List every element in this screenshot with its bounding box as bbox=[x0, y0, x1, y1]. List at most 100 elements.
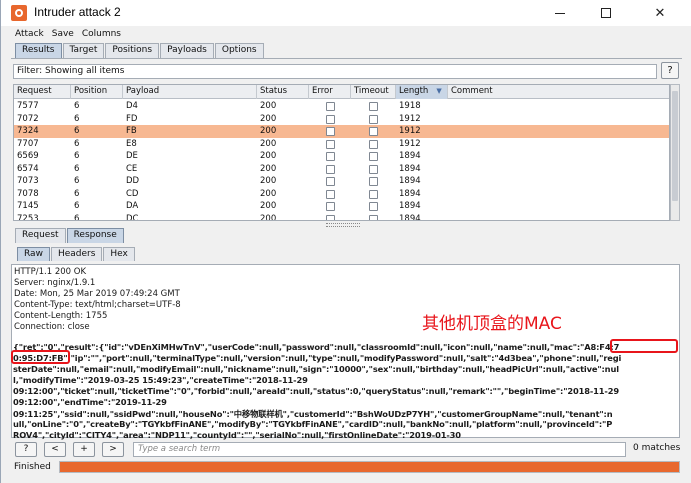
search-help-button[interactable]: ? bbox=[15, 442, 37, 457]
filter-bar[interactable]: Filter: Showing all items bbox=[13, 64, 657, 79]
tab-headers[interactable]: Headers bbox=[50, 247, 103, 261]
table-row[interactable]: 7707 6 E8 200 1912 bbox=[14, 138, 669, 151]
table-row[interactable]: 7072 6 FD 200 1912 bbox=[14, 113, 669, 126]
tab-hex[interactable]: Hex bbox=[103, 247, 135, 261]
tab-payloads[interactable]: Payloads bbox=[160, 43, 214, 58]
close-button[interactable]: ✕ bbox=[637, 0, 683, 26]
column-header-position[interactable]: Position bbox=[71, 85, 123, 99]
maximize-button[interactable] bbox=[583, 0, 629, 26]
menu-attack[interactable]: Attack bbox=[15, 29, 44, 39]
menu-columns[interactable]: Columns bbox=[82, 29, 121, 39]
cell-position: 6 bbox=[74, 201, 80, 211]
cell-request: 7324 bbox=[17, 126, 39, 136]
cell-payload: D4 bbox=[126, 101, 138, 111]
tab-target[interactable]: Target bbox=[62, 43, 105, 58]
close-icon: ✕ bbox=[654, 5, 666, 21]
timeout-checkbox bbox=[369, 127, 378, 136]
cell-status: 200 bbox=[260, 126, 277, 136]
response-header-line: Connection: close bbox=[14, 322, 90, 332]
column-header-timeout[interactable]: Timeout bbox=[351, 85, 396, 99]
status-text: Finished bbox=[14, 462, 51, 472]
menu-save[interactable]: Save bbox=[52, 29, 74, 39]
tab-request[interactable]: Request bbox=[15, 228, 66, 243]
response-body-line: sterDate":null,"email":null,"modifyEmail… bbox=[13, 364, 619, 374]
cell-status: 200 bbox=[260, 138, 277, 149]
tab-results[interactable]: Results bbox=[15, 43, 62, 58]
response-header-line: Date: Mon, 25 Mar 2019 07:49:24 GMT bbox=[14, 289, 180, 299]
results-table: Request Position Payload Status Error Ti… bbox=[13, 84, 670, 221]
mac-highlight-box bbox=[610, 339, 678, 353]
cell-status: 200 bbox=[260, 163, 277, 174]
cell-payload: DE bbox=[126, 151, 138, 161]
timeout-checkbox bbox=[369, 214, 378, 220]
cell-length: 1894 bbox=[399, 151, 421, 161]
tab-positions[interactable]: Positions bbox=[105, 43, 160, 58]
split-pane-handle[interactable] bbox=[326, 223, 360, 227]
column-header-payload[interactable]: Payload bbox=[123, 85, 257, 99]
menu-bar: Attack Save Columns bbox=[1, 26, 691, 41]
cell-payload: CE bbox=[126, 163, 138, 174]
cell-request: 7072 bbox=[17, 113, 39, 124]
cell-request: 7078 bbox=[17, 188, 39, 199]
table-row[interactable]: 6574 6 CE 200 1894 bbox=[14, 163, 669, 176]
view-tabs: Raw Headers Hex bbox=[17, 247, 136, 261]
cell-status: 200 bbox=[260, 201, 277, 211]
column-header-length[interactable]: Length ▼ bbox=[396, 85, 448, 99]
tab-response[interactable]: Response bbox=[66, 228, 124, 243]
cell-request: 6574 bbox=[17, 163, 39, 174]
cell-payload: DA bbox=[126, 201, 139, 211]
cell-payload: DC bbox=[126, 213, 139, 221]
cell-length: 1912 bbox=[399, 126, 421, 136]
cell-length: 1894 bbox=[399, 213, 421, 221]
maximize-icon bbox=[601, 8, 611, 18]
mac-highlight-box-continued bbox=[11, 350, 70, 364]
response-body-line: ROV4","cityId":"CITY4","area":"NDP11","c… bbox=[13, 430, 461, 440]
error-checkbox bbox=[326, 127, 335, 136]
table-row[interactable]: 7145 6 DA 200 1894 bbox=[14, 200, 669, 213]
response-header-line: Content-Type: text/html;charset=UTF-8 bbox=[14, 300, 181, 310]
minimize-button[interactable] bbox=[537, 0, 583, 26]
search-previous-button[interactable]: < bbox=[44, 442, 66, 457]
tab-raw[interactable]: Raw bbox=[17, 247, 50, 261]
table-header: Request Position Payload Status Error Ti… bbox=[14, 85, 669, 99]
table-row[interactable]: 6569 6 DE 200 1894 bbox=[14, 150, 669, 163]
table-row[interactable]: 7577 6 D4 200 1918 bbox=[14, 100, 669, 113]
table-row[interactable]: 7324 6 FB 200 1912 bbox=[14, 125, 669, 138]
error-checkbox bbox=[326, 114, 335, 124]
search-next-button[interactable]: > bbox=[102, 442, 124, 457]
cell-payload: CD bbox=[126, 188, 139, 199]
error-checkbox bbox=[326, 177, 335, 186]
column-header-status[interactable]: Status bbox=[257, 85, 309, 99]
error-checkbox bbox=[326, 202, 335, 211]
intruder-window: Intruder attack 2 ✕ Attack Save Columns … bbox=[0, 0, 691, 483]
column-header-error[interactable]: Error bbox=[309, 85, 351, 99]
table-row[interactable]: 7253 6 DC 200 1894 bbox=[14, 213, 669, 221]
response-viewer[interactable]: HTTP/1.1 200 OK Server: nginx/1.9.1 Date… bbox=[11, 264, 680, 440]
scrollbar-thumb[interactable] bbox=[672, 91, 678, 201]
cell-status: 200 bbox=[260, 151, 277, 161]
cell-payload: FD bbox=[126, 113, 138, 124]
filter-help-button[interactable]: ? bbox=[661, 62, 679, 79]
cell-request: 7073 bbox=[17, 176, 39, 186]
main-tabs: Results Target Positions Payloads Option… bbox=[15, 43, 265, 58]
error-checkbox bbox=[326, 189, 335, 199]
error-checkbox bbox=[326, 214, 335, 220]
table-row[interactable]: 7073 6 DD 200 1894 bbox=[14, 175, 669, 188]
search-input[interactable]: Type a search term bbox=[133, 442, 626, 457]
column-header-request[interactable]: Request bbox=[14, 85, 71, 99]
cell-payload: DD bbox=[126, 176, 140, 186]
response-body-line: 0:95:D7:FB","ip":"","port":null,"termina… bbox=[13, 353, 622, 363]
table-scrollbar[interactable] bbox=[670, 84, 680, 221]
cell-position: 6 bbox=[74, 101, 80, 111]
error-checkbox bbox=[326, 139, 335, 149]
column-header-comment[interactable]: Comment bbox=[448, 85, 669, 99]
response-body-line: l,"modifyTime":"2019-03-25 15:49:23","cr… bbox=[13, 375, 308, 385]
title-bar: Intruder attack 2 ✕ bbox=[1, 0, 691, 26]
tab-options[interactable]: Options bbox=[214, 43, 264, 58]
timeout-checkbox bbox=[369, 114, 378, 124]
search-options-button[interactable]: + bbox=[73, 442, 95, 457]
request-response-tabs: Request Response bbox=[15, 228, 125, 243]
minimize-icon bbox=[555, 12, 565, 14]
cell-status: 200 bbox=[260, 113, 277, 124]
table-row[interactable]: 7078 6 CD 200 1894 bbox=[14, 188, 669, 201]
